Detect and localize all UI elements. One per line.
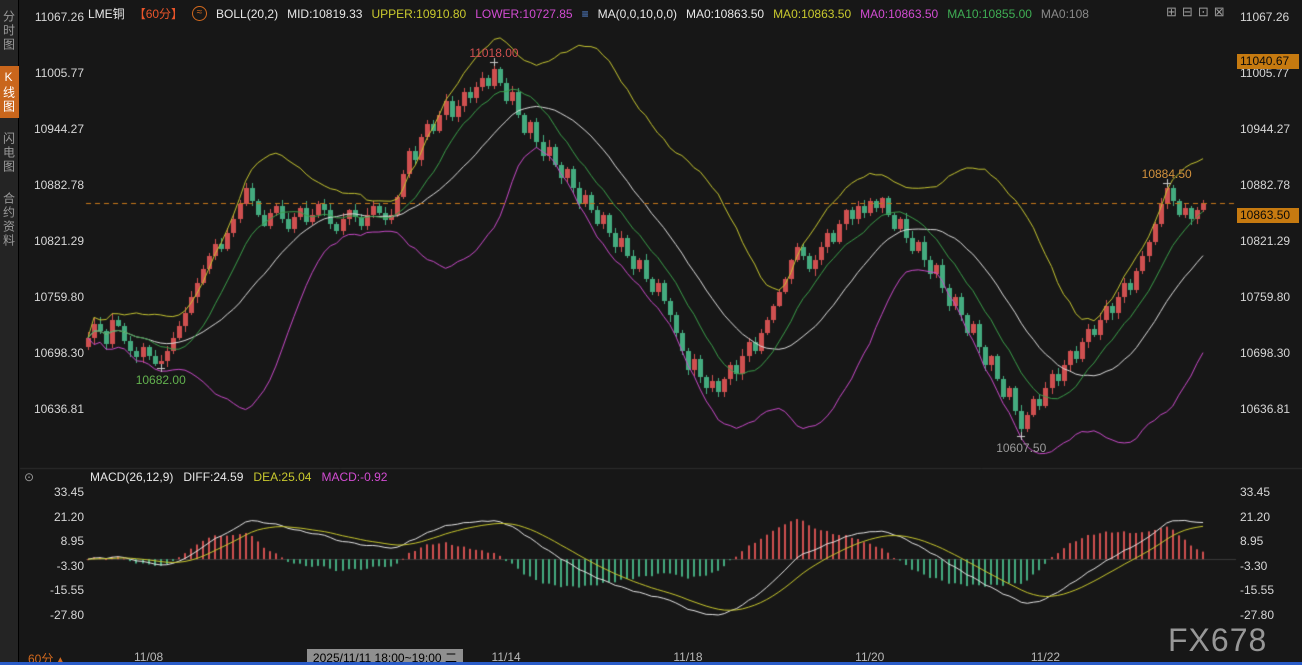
price-axis-label: 10698.30	[1240, 346, 1290, 360]
price-tag: 10863.50	[1237, 208, 1299, 223]
layout-grid-icon[interactable]: ⊞	[1166, 4, 1177, 20]
price-chart-canvas[interactable]	[0, 0, 1302, 665]
sidebar-item-contract-info[interactable]: 合约资料	[0, 188, 19, 252]
macd-axis-label: 21.20	[1240, 510, 1270, 524]
price-axis-label: 10759.80	[30, 290, 84, 304]
macd-axis-label: 8.95	[1240, 534, 1263, 548]
price-tag: 11040.67	[1237, 54, 1299, 69]
macd-axis-label: -3.30	[1240, 559, 1267, 573]
price-annotation: 11018.00	[469, 46, 518, 60]
price-axis-label: 11005.77	[30, 66, 84, 80]
macd-axis-label: 33.45	[30, 485, 84, 499]
ma-value-4: MA0:108	[1041, 7, 1089, 21]
close-pane-icon[interactable]: ⊠	[1214, 4, 1225, 20]
boll-label: BOLL(20,2)	[216, 7, 278, 21]
macd-axis-label: 8.95	[30, 534, 84, 548]
boll-upper-value: UPPER:10910.80	[371, 7, 466, 21]
sidebar-item-time-chart[interactable]: 分时图	[0, 6, 19, 56]
wave-icon[interactable]: ≈	[192, 6, 207, 21]
macd-axis-label: -3.30	[30, 559, 84, 573]
macd-axis-label: -15.55	[30, 583, 84, 597]
price-axis-label: 10698.30	[30, 346, 84, 360]
boll-lower-value: LOWER:10727.85	[475, 7, 572, 21]
symbol-name: LME铜	[88, 5, 125, 22]
sidebar-item-lightning-chart[interactable]: 闪电图	[0, 128, 19, 178]
macd-axis-label: -27.80	[30, 608, 84, 622]
boll-mid-value: MID:10819.33	[287, 7, 362, 21]
sidebar: 分时图 K线图 闪电图 合约资料	[0, 0, 19, 665]
price-annotation: 10682.00	[136, 373, 186, 387]
price-annotation: 10884.50	[1142, 167, 1192, 181]
price-axis-label: 10944.27	[30, 122, 84, 136]
macd-settings-icon[interactable]: ⊙	[24, 470, 34, 484]
period-badge: 【60分】	[134, 5, 183, 22]
ma-value-3: MA10:10855.00	[947, 7, 1032, 21]
indicator-legend: LME铜 【60分】 ≈ BOLL(20,2) MID:10819.33 UPP…	[88, 5, 1089, 22]
macd-hist-value: MACD:-0.92	[321, 470, 387, 484]
macd-axis-label: 33.45	[1240, 485, 1270, 499]
price-axis-label: 10636.81	[1240, 402, 1290, 416]
macd-axis-label: -27.80	[1240, 608, 1274, 622]
watermark: FX678	[1168, 622, 1267, 659]
macd-name: MACD(26,12,9)	[90, 470, 173, 484]
macd-diff-value: DIFF:24.59	[183, 470, 243, 484]
price-annotation: 10607.50	[996, 441, 1046, 455]
sidebar-item-kline-chart[interactable]: K线图	[0, 66, 19, 118]
macd-legend: MACD(26,12,9) DIFF:24.59 DEA:25.04 MACD:…	[90, 470, 387, 484]
price-axis-label: 10821.29	[30, 234, 84, 248]
price-axis-label: 10882.78	[30, 178, 84, 192]
price-axis-label: 10944.27	[1240, 122, 1290, 136]
chart-window: 分时图 K线图 闪电图 合约资料 LME铜 【60分】 ≈ BOLL(20,2)…	[0, 0, 1302, 665]
price-axis-label: 11067.26	[30, 10, 84, 24]
price-axis-label: 10759.80	[1240, 290, 1290, 304]
macd-axis-label: -15.55	[1240, 583, 1274, 597]
doc-icon[interactable]: ≡	[582, 7, 589, 21]
price-axis-label: 11067.26	[1240, 10, 1289, 24]
macd-dea-value: DEA:25.04	[253, 470, 311, 484]
price-axis-label: 10636.81	[30, 402, 84, 416]
price-axis-label: 10882.78	[1240, 178, 1290, 192]
macd-axis-label: 21.20	[30, 510, 84, 524]
window-controls: ⊞ ⊟ ⊡ ⊠	[1166, 4, 1225, 20]
maximize-pane-icon[interactable]: ⊡	[1198, 4, 1209, 20]
ma-label: MA(0,0,10,0,0)	[598, 7, 677, 21]
layout-rows-icon[interactable]: ⊟	[1182, 4, 1193, 20]
ma-value-2: MA0:10863.50	[860, 7, 938, 21]
price-axis-label: 10821.29	[1240, 234, 1290, 248]
ma-value-0: MA0:10863.50	[686, 7, 764, 21]
ma-value-1: MA0:10863.50	[773, 7, 851, 21]
